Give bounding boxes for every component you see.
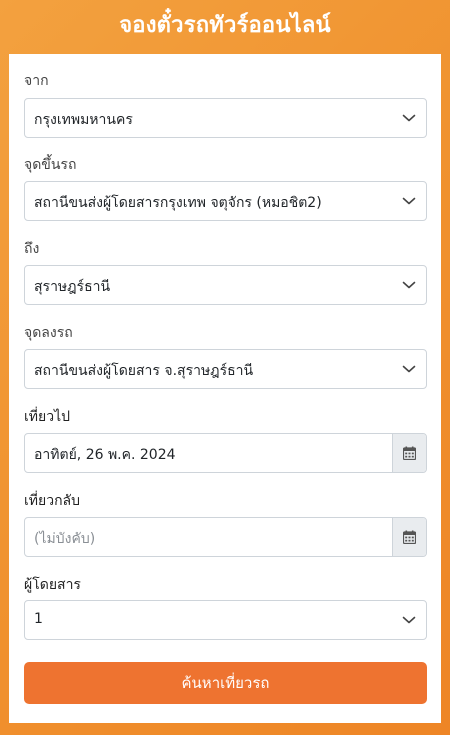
dropoff-point-label: จุดลงรถ bbox=[24, 325, 73, 341]
boarding-point-value: สถานีขนส่งผู้โดยสารกรุงเทพ จตุจักร (หมอช… bbox=[34, 195, 322, 211]
departure-date-label: เที่ยวไป bbox=[24, 409, 71, 425]
page-header: จองตั๋วรถทัวร์ออนไลน์ bbox=[0, 0, 450, 54]
return-date-label: เที่ยวกลับ bbox=[24, 493, 81, 509]
origin-label: จาก bbox=[24, 73, 49, 89]
return-date-input[interactable]: (ไม่บังคับ) bbox=[24, 517, 427, 557]
calendar-icon bbox=[403, 530, 416, 544]
chevron-down-icon bbox=[402, 365, 416, 373]
dropoff-point-value: สถานีขนส่งผู้โดยสาร จ.สุราษฎร์ธานี bbox=[34, 363, 254, 379]
chevron-down-icon bbox=[402, 616, 416, 624]
origin-select[interactable]: กรุงเทพมหานคร bbox=[24, 98, 427, 138]
passengers-value: 1 bbox=[34, 611, 43, 627]
boarding-point-label: จุดขึ้นรถ bbox=[24, 157, 77, 173]
return-date-picker-button[interactable] bbox=[392, 518, 426, 556]
page-title: จองตั๋วรถทัวร์ออนไลน์ bbox=[119, 12, 331, 38]
destination-select[interactable]: สุราษฎร์ธานี bbox=[24, 265, 427, 305]
boarding-point-select[interactable]: สถานีขนส่งผู้โดยสารกรุงเทพ จตุจักร (หมอช… bbox=[24, 181, 427, 221]
destination-label: ถึง bbox=[24, 241, 40, 257]
chevron-down-icon bbox=[402, 281, 416, 289]
passengers-label: ผู้โดยสาร bbox=[24, 577, 81, 593]
destination-value: สุราษฎร์ธานี bbox=[34, 279, 111, 295]
departure-date-value: อาทิตย์, 26 พ.ค. 2024 bbox=[34, 447, 176, 463]
dropoff-point-select[interactable]: สถานีขนส่งผู้โดยสาร จ.สุราษฎร์ธานี bbox=[24, 349, 427, 389]
origin-value: กรุงเทพมหานคร bbox=[34, 112, 133, 128]
chevron-down-icon bbox=[402, 197, 416, 205]
booking-form-card: จาก กรุงเทพมหานคร จุดขึ้นรถ สถานีขนส่งผู… bbox=[9, 54, 441, 723]
search-trips-button[interactable]: ค้นหาเที่ยวรถ bbox=[24, 662, 427, 704]
passengers-select[interactable]: 1 bbox=[24, 600, 427, 640]
chevron-down-icon bbox=[402, 114, 416, 122]
return-date-placeholder: (ไม่บังคับ) bbox=[34, 531, 96, 547]
departure-date-picker-button[interactable] bbox=[392, 434, 426, 472]
departure-date-input[interactable]: อาทิตย์, 26 พ.ค. 2024 bbox=[24, 433, 427, 473]
calendar-icon bbox=[403, 446, 416, 460]
